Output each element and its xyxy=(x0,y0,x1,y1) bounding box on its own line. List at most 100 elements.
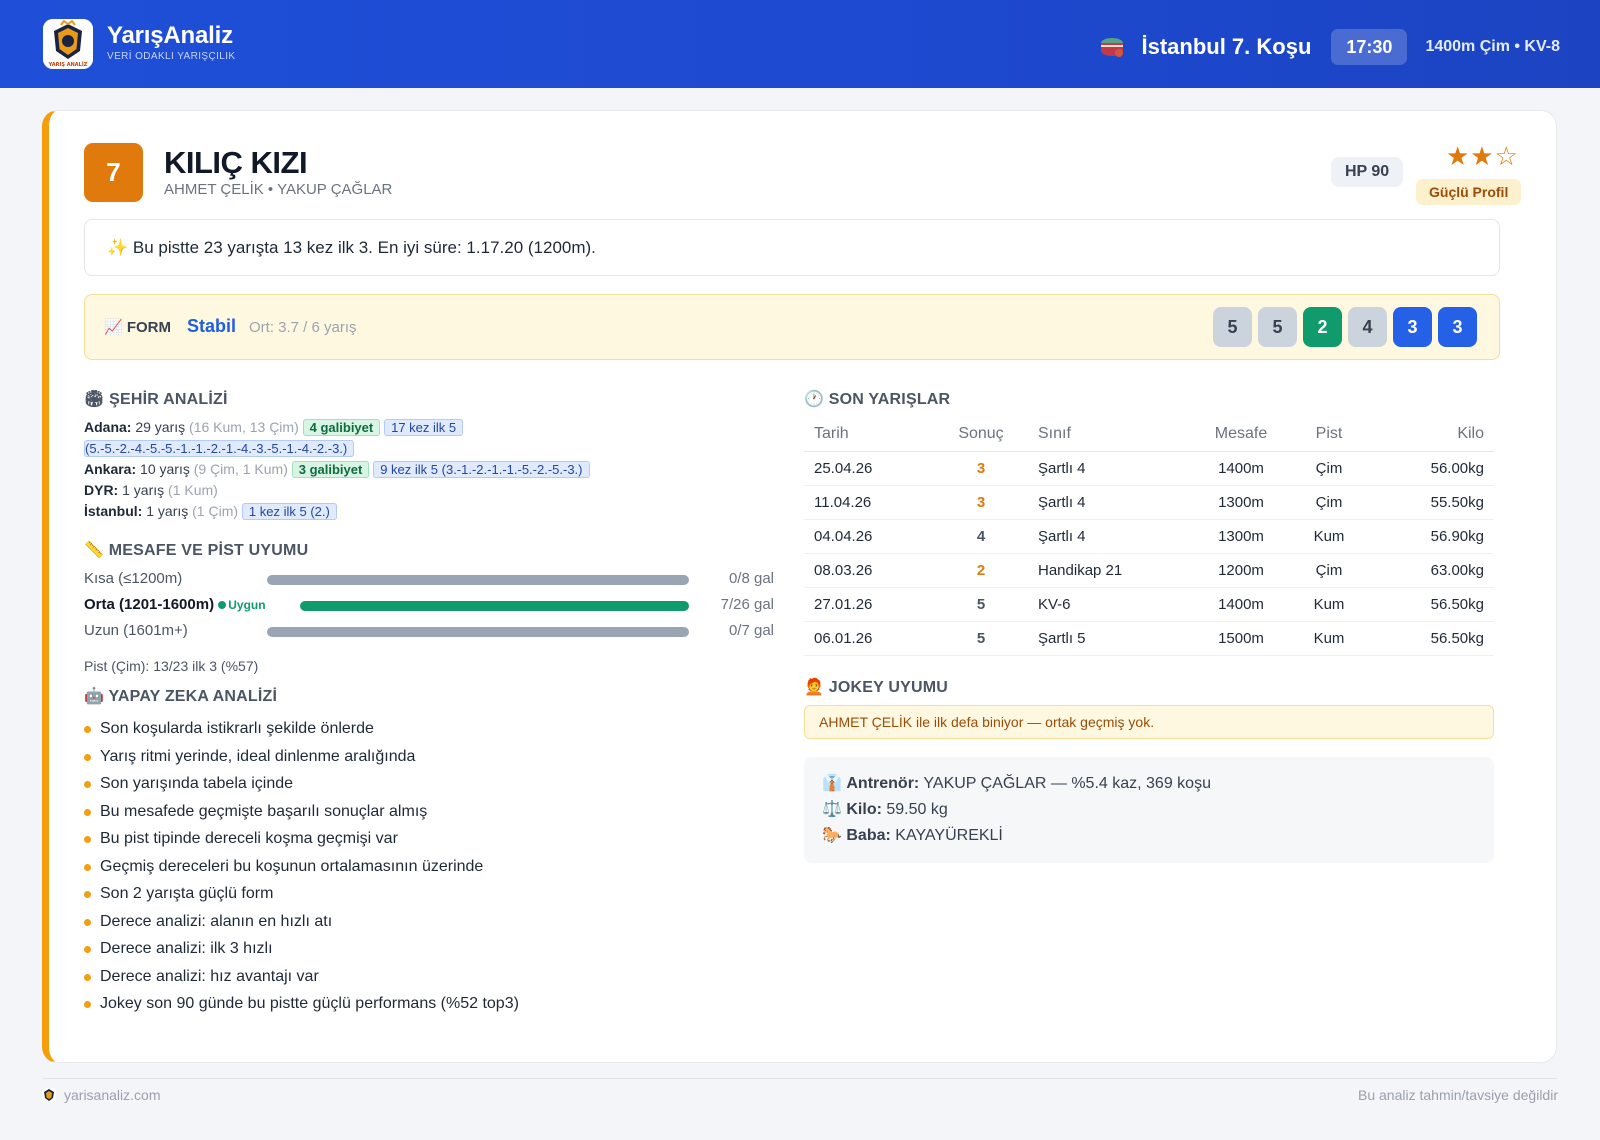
city-row: İstanbul: 1 yarış (1 Çim) 1 kez ilk 5 (2… xyxy=(84,501,744,522)
table-cell: 1300m xyxy=(1186,485,1296,520)
sire-row: 🐎 Baba: KAYAYÜREKLİ xyxy=(822,823,1494,849)
top5-detail-tag: (5.-5.-2.-4.-5.-5.-1.-1.-2.-1.-4.-3.-5.-… xyxy=(84,440,355,457)
brand[interactable]: YarışAnaliz VERİ ODAKLI YARIŞÇILIK xyxy=(107,22,235,64)
distance-row-short: Kısa (≤1200m) 0/8 gal xyxy=(84,570,774,590)
footer-site[interactable]: yarisanaliz.com xyxy=(42,1087,160,1103)
city-name: DYR: xyxy=(84,482,119,498)
sire-value: KAYAYÜREKLİ xyxy=(895,827,1003,844)
distance-row-medium: Orta (1201-1600m) Uygun 7/26 gal xyxy=(84,596,774,616)
distance-label: Orta (1201-1600m) Uygun xyxy=(84,596,266,613)
ai-analysis-item: Bu pist tipinde dereceli koşma geçmişi v… xyxy=(84,825,519,853)
status-dot-icon xyxy=(218,601,227,609)
form-result: 3 xyxy=(1393,307,1432,347)
svg-text:YARIŞ ANALİZ: YARIŞ ANALİZ xyxy=(48,61,88,68)
trainer-value: YAKUP ÇAĞLAR — %5.4 kaz, 369 koşu xyxy=(923,775,1211,792)
weight-row: ⚖️ Kilo: 59.50 kg xyxy=(822,797,1494,823)
table-header-row: Tarih Sonuç Sınıf Mesafe Pist Kilo xyxy=(804,417,1494,452)
city-races: 1 yarış xyxy=(146,503,189,519)
column-header: Sınıf xyxy=(1026,417,1186,452)
brand-logo[interactable]: YARIŞ ANALİZ xyxy=(43,19,93,69)
table-cell: Handikap 21 xyxy=(1026,553,1186,588)
table-cell: 56.90kg xyxy=(1362,519,1494,554)
form-average: Ort: 3.7 / 6 yarış xyxy=(249,319,357,336)
table-cell: 04.04.26 xyxy=(804,519,936,554)
table-cell: Kum xyxy=(1296,621,1362,656)
race-time-badge: 17:30 xyxy=(1331,29,1408,65)
table-row[interactable]: 27.01.26 5 KV-6 1400m Kum 56.50kg xyxy=(804,587,1494,622)
recent-races-body: 25.04.26 3 Şartlı 4 1400m Çim 56.00kg 11.04.26… xyxy=(804,451,1494,656)
profile-badge: Güçlü Profil xyxy=(1416,179,1522,205)
star-empty-icon: ☆ xyxy=(1494,141,1519,171)
scale-icon: ⚖️ xyxy=(822,801,842,818)
city-row: Adana: 29 yarış (16 Kum, 13 Çim) 4 galib… xyxy=(84,417,744,459)
city-analysis: Adana: 29 yarış (16 Kum, 13 Çim) 4 galib… xyxy=(84,417,744,522)
race-info: 1400m Çim • KV-8 xyxy=(1425,38,1560,55)
ai-analysis-item: Son yarışında tabela içinde xyxy=(84,770,519,798)
horse-info-box: 👔 Antrenör: YAKUP ÇAĞLAR — %5.4 kaz, 369… xyxy=(804,757,1494,863)
recent-races-table: Tarih Sonuç Sınıf Mesafe Pist Kilo 25.04… xyxy=(804,417,1494,656)
city-races: 10 yarış xyxy=(140,461,190,477)
trainer-row: 👔 Antrenör: YAKUP ÇAĞLAR — %5.4 kaz, 369… xyxy=(822,771,1494,797)
brand-name: YarışAnaliz xyxy=(107,22,233,49)
top5-tag: 17 kez ilk 5 xyxy=(384,419,464,436)
top-header: YARIŞ ANALİZ YarışAnaliz VERİ ODAKLI YAR… xyxy=(0,0,1600,88)
city-detail: (9 Çim, 1 Kum) xyxy=(193,461,288,477)
form-panel: 📈 FORM Stabil Ort: 3.7 / 6 yarış 5 5 2 4… xyxy=(84,294,1500,360)
distance-label: Uzun (1601m+) xyxy=(84,622,188,639)
table-cell: 5 xyxy=(936,621,1026,656)
wins-tag: 3 galibiyet xyxy=(291,461,370,478)
city-detail: (1 Kum) xyxy=(168,482,218,498)
table-cell: Şartlı 4 xyxy=(1026,485,1186,520)
table-cell: Çim xyxy=(1296,553,1362,588)
table-row[interactable]: 11.04.26 3 Şartlı 4 1300m Çim 55.50kg xyxy=(804,485,1494,520)
table-row[interactable]: 06.01.26 5 Şartlı 5 1500m Kum 56.50kg xyxy=(804,621,1494,656)
form-results: 5 5 2 4 3 3 xyxy=(1213,307,1477,347)
form-result: 3 xyxy=(1438,307,1477,347)
distance-value: 7/26 gal xyxy=(720,596,774,613)
table-cell: 56.50kg xyxy=(1362,621,1494,656)
ai-analysis-item: Bu mesafede geçmişte başarılı sonuçlar a… xyxy=(84,798,519,826)
site-link[interactable]: yarisanaliz.com xyxy=(64,1087,160,1103)
wins-tag: 4 galibiyet xyxy=(302,419,381,436)
recent-races-title: 🕐 SON YARIŞLAR xyxy=(804,391,951,408)
table-cell: 4 xyxy=(936,519,1026,554)
distance-value: 0/7 gal xyxy=(728,622,774,639)
ai-analysis-item: Son 2 yarışta güçlü form xyxy=(84,880,519,908)
sire-label: Baba: xyxy=(846,827,891,844)
table-row[interactable]: 25.04.26 3 Şartlı 4 1400m Çim 56.00kg xyxy=(804,451,1494,486)
table-cell: Şartlı 4 xyxy=(1026,519,1186,554)
ai-analysis-item: Yarış ritmi yerinde, ideal dinlenme aral… xyxy=(84,743,519,771)
distance-bar xyxy=(300,601,689,611)
table-cell: 2 xyxy=(936,553,1026,588)
column-header: Mesafe xyxy=(1186,417,1296,452)
table-row[interactable]: 08.03.26 2 Handikap 21 1200m Çim 63.00kg xyxy=(804,553,1494,588)
table-cell: 56.00kg xyxy=(1362,451,1494,486)
footer-divider xyxy=(42,1078,1557,1079)
table-cell: Çim xyxy=(1296,451,1362,486)
city-detail: (1 Çim) xyxy=(192,503,239,519)
distance-bar xyxy=(267,627,689,637)
table-cell: 1500m xyxy=(1186,621,1296,656)
ai-analysis-item: Son koşularda istikrarlı şekilde önlerde xyxy=(84,715,519,743)
track-summary: Pist (Çim): 13/23 ilk 3 (%57) xyxy=(84,658,259,674)
table-cell: Şartlı 5 xyxy=(1026,621,1186,656)
table-cell: 63.00kg xyxy=(1362,553,1494,588)
column-header: Tarih xyxy=(804,417,936,452)
top5-tag: 9 kez ilk 5 (3.-1.-2.-1.-1.-5.-2.-5.-3.) xyxy=(373,461,590,478)
table-row[interactable]: 04.04.26 4 Şartlı 4 1300m Kum 56.90kg xyxy=(804,519,1494,554)
form-result: 4 xyxy=(1348,307,1387,347)
trainer-icon: 👔 xyxy=(822,775,842,792)
horse-card: 7 KILIÇ KIZI AHMET ÇELİK • YAKUP ÇAĞLAR … xyxy=(42,110,1557,1063)
ai-analysis-item: Jokey son 90 günde bu pistte güçlü perfo… xyxy=(84,990,519,1018)
distance-title: 📏 MESAFE VE PİST UYUMU xyxy=(84,542,309,559)
table-cell: 5 xyxy=(936,587,1026,622)
city-row: Ankara: 10 yarış (9 Çim, 1 Kum) 3 galibi… xyxy=(84,459,744,480)
city-detail: (16 Kum, 13 Çim) xyxy=(189,419,299,435)
jockey-title: 🧑‍🦰 JOKEY UYUMU xyxy=(804,679,949,696)
table-cell: Şartlı 4 xyxy=(1026,451,1186,486)
table-cell: 25.04.26 xyxy=(804,451,936,486)
city-name: İstanbul: xyxy=(84,503,143,519)
jockey-silk-icon xyxy=(1099,34,1125,60)
horse-name: KILIÇ KIZI xyxy=(164,145,308,180)
hp-badge: HP 90 xyxy=(1331,157,1404,187)
